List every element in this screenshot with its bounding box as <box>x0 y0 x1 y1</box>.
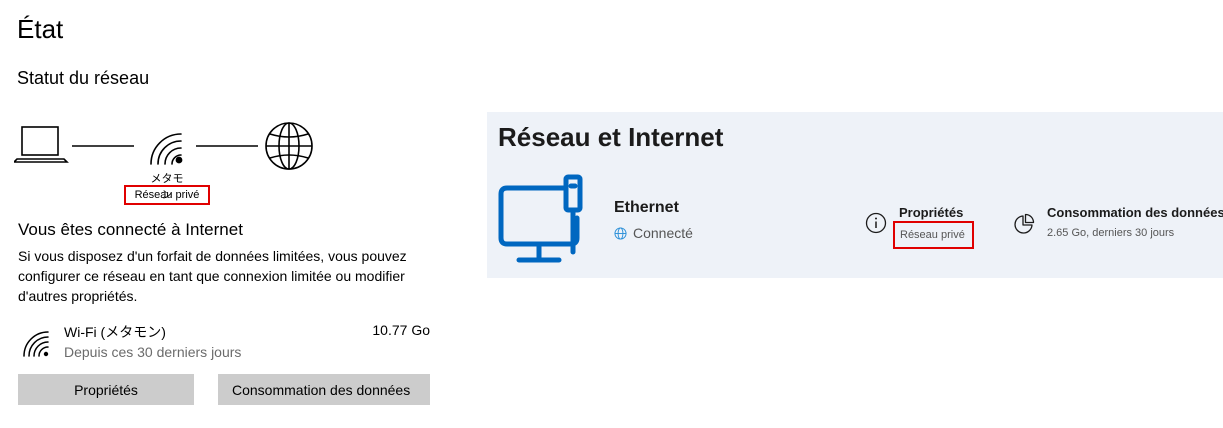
data-usage-link[interactable]: Consommation des données <box>1047 205 1223 220</box>
adapter-name: Ethernet <box>614 199 679 216</box>
wifi-icon <box>150 133 183 165</box>
laptop-icon <box>14 126 69 163</box>
pie-chart-icon[interactable] <box>1013 213 1035 235</box>
connection-description: Si vous disposez d'un forfait de données… <box>18 248 407 304</box>
globe-icon <box>265 122 313 170</box>
data-usage-value: 2.65 Go, derniers 30 jours <box>1047 227 1175 239</box>
properties-link[interactable]: Propriétés <box>899 205 963 220</box>
adapter-status: Connecté <box>614 225 693 241</box>
wifi-icon <box>23 331 49 357</box>
connection-name: Wi-Fi (メタモン) <box>64 324 166 340</box>
adapter-status-text: Connecté <box>633 225 693 241</box>
network-type-badge: Réseau privé <box>124 185 210 205</box>
section-title: Statut du réseau <box>17 68 150 88</box>
connection-status-heading: Vous êtes connecté à Internet <box>18 220 243 239</box>
connection-usage: 10.77 Go <box>372 322 430 338</box>
globe-icon <box>614 226 627 240</box>
connection-period: Depuis ces 30 derniers jours <box>64 344 242 360</box>
data-usage-button[interactable]: Consommation des données <box>218 374 430 405</box>
network-profile-value: Réseau privé <box>893 221 974 249</box>
connection-item[interactable]: Wi-Fi (メタモン) Depuis ces 30 derniers jour… <box>18 318 430 366</box>
network-internet-panel: Réseau et Internet Ethernet Connecté Pro… <box>487 112 1223 278</box>
ethernet-pc-icon <box>498 174 583 263</box>
panel-title: Réseau et Internet <box>498 122 724 152</box>
properties-button[interactable]: Propriétés <box>18 374 194 405</box>
info-icon[interactable] <box>865 212 887 234</box>
page-title: État <box>17 14 64 44</box>
